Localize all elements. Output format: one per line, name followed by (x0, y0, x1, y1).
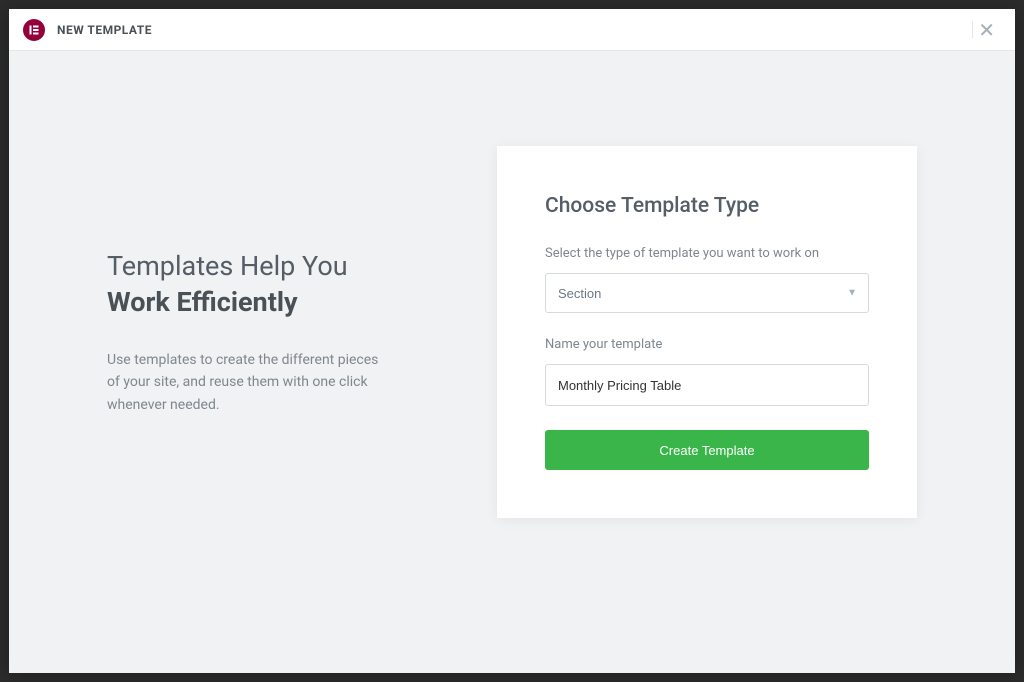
intro-description: Use templates to create the different pi… (107, 349, 387, 416)
create-template-button[interactable]: Create Template (545, 430, 869, 470)
intro-heading-line2: Work Efficiently (107, 284, 387, 320)
elementor-logo-icon (23, 19, 45, 41)
new-template-modal: NEW TEMPLATE ✕ Templates Help You Work E… (9, 9, 1015, 673)
intro-panel: Templates Help You Work Efficiently Use … (107, 248, 387, 416)
intro-heading-line1: Templates Help You (107, 248, 387, 284)
close-icon: ✕ (978, 18, 995, 42)
modal-title: NEW TEMPLATE (57, 23, 152, 37)
modal-header: NEW TEMPLATE ✕ (9, 9, 1015, 51)
template-type-select-wrap: Section ▼ (545, 273, 869, 313)
template-type-select[interactable]: Section (545, 273, 869, 313)
form-title: Choose Template Type (545, 194, 869, 218)
template-name-input[interactable] (545, 364, 869, 406)
close-button[interactable]: ✕ (970, 16, 1003, 44)
template-type-label: Select the type of template you want to … (545, 246, 869, 261)
template-name-label: Name your template (545, 337, 869, 352)
form-card: Choose Template Type Select the type of … (497, 146, 917, 518)
modal-content: Templates Help You Work Efficiently Use … (9, 51, 1015, 673)
